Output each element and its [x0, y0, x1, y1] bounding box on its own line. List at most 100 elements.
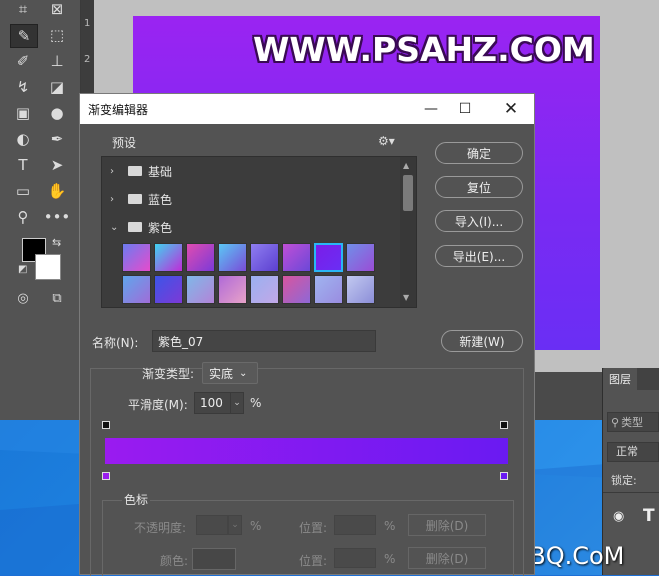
object-select-icon[interactable]: ⬚: [44, 24, 70, 46]
eyedropper-icon[interactable]: ✎: [10, 24, 38, 48]
chevron-down-icon: ⌄: [110, 221, 119, 233]
ruler-number: 1: [84, 18, 91, 29]
preset-folder-label: 基础: [148, 164, 173, 179]
opacity-position-unit: %: [384, 519, 396, 533]
scrollbar-thumb[interactable]: [403, 175, 413, 211]
smoothness-unit: %: [250, 396, 262, 410]
import-button[interactable]: 导入(I)...: [435, 210, 523, 232]
eraser-icon[interactable]: ◪: [44, 76, 70, 98]
scroll-up-icon[interactable]: ▲: [403, 161, 409, 170]
chevron-down-icon: ⌄: [239, 367, 248, 379]
preset-swatch[interactable]: [186, 275, 215, 304]
preset-swatch[interactable]: [282, 275, 311, 304]
name-label: 名称(N):: [92, 336, 139, 350]
type-icon[interactable]: T: [10, 154, 36, 176]
color-stop-right[interactable]: [500, 472, 508, 480]
preset-swatch[interactable]: [314, 275, 343, 304]
canvas-watermark-text: WWW.PSAHZ.COM: [253, 30, 595, 69]
stamp-icon[interactable]: ⊥: [44, 50, 70, 72]
preset-folder-blue[interactable]: › 蓝色: [104, 185, 396, 213]
preset-swatch[interactable]: [282, 243, 311, 272]
opacity-position-label: 位置:: [299, 521, 328, 535]
text-layer-icon: T: [643, 506, 655, 526]
preset-swatch[interactable]: [218, 243, 247, 272]
visibility-eye-icon[interactable]: ◉: [613, 509, 624, 524]
crop-icon[interactable]: ⌗: [10, 0, 36, 20]
smoothness-label: 平滑度(M):: [128, 398, 188, 412]
background-color-swatch[interactable]: [35, 254, 61, 280]
delete-color-stop-button[interactable]: 删除(D): [408, 547, 486, 569]
preset-folder-basic[interactable]: › 基础: [104, 157, 396, 185]
smoothness-field[interactable]: 100: [194, 392, 230, 414]
preset-swatch[interactable]: [346, 275, 375, 304]
hand-icon[interactable]: ✋: [44, 180, 70, 202]
color-position-field[interactable]: [334, 548, 376, 568]
color-position-unit: %: [384, 552, 396, 566]
ok-button[interactable]: 确定: [435, 142, 523, 164]
preset-swatch[interactable]: [346, 243, 375, 272]
color-stop-left[interactable]: [102, 472, 110, 480]
path-select-icon[interactable]: ➤: [44, 154, 70, 176]
quick-mask-icon[interactable]: ◎: [10, 287, 36, 309]
default-colors-icon[interactable]: ◩: [18, 264, 27, 275]
reset-button[interactable]: 复位: [435, 176, 523, 198]
swap-colors-icon[interactable]: ⇆: [52, 236, 61, 249]
export-button[interactable]: 导出(E)...: [435, 245, 523, 267]
rectangle-icon[interactable]: ▭: [10, 180, 36, 202]
maximize-icon[interactable]: ☐: [448, 94, 482, 124]
smoothness-dropdown-icon[interactable]: ⌄: [230, 392, 244, 414]
preset-swatch[interactable]: [314, 243, 343, 272]
search-icon: ⚲: [611, 415, 620, 429]
gradient-icon[interactable]: ▣: [10, 102, 36, 124]
blend-mode-select[interactable]: 正常: [607, 442, 659, 462]
gradient-type-select[interactable]: 实底 ⌄: [202, 362, 258, 384]
presets-list: › 基础 › 蓝色 ⌄ 紫色 ▲ ▼: [101, 156, 417, 308]
preset-swatch[interactable]: [154, 275, 183, 304]
delete-opacity-stop-button[interactable]: 删除(D): [408, 514, 486, 536]
preset-swatch-grid: [122, 243, 382, 307]
layer-filter-field[interactable]: ⚲ 类型: [607, 412, 659, 432]
tools-panel: ⌗ ⊠ ✎ ⬚ ✐ ⊥ ↯ ◪ ▣ ● ◐ ✒ T ➤ ▭ ✋ ⚲ ••• ⇆ …: [0, 0, 81, 420]
preset-folder-purple[interactable]: ⌄ 紫色: [104, 213, 396, 241]
screen-mode-icon[interactable]: ⧉: [44, 287, 70, 309]
opacity-position-field[interactable]: [334, 515, 376, 535]
presets-settings-gear-icon[interactable]: ⚙▾: [378, 134, 395, 148]
new-gradient-button[interactable]: 新建(W): [441, 330, 523, 352]
preset-folder-label: 紫色: [148, 220, 173, 235]
opacity-dropdown-icon[interactable]: ⌄: [228, 515, 242, 535]
opacity-field[interactable]: [196, 515, 228, 535]
zoom-icon[interactable]: ⚲: [10, 206, 36, 228]
preset-swatch[interactable]: [250, 275, 279, 304]
preset-swatch[interactable]: [250, 243, 279, 272]
layer-filter-placeholder: 类型: [621, 416, 644, 429]
stop-color-swatch[interactable]: [192, 548, 236, 570]
preset-swatch[interactable]: [122, 243, 151, 272]
preset-swatch[interactable]: [218, 275, 247, 304]
divider: [603, 492, 659, 493]
folder-open-icon: [128, 222, 142, 232]
history-brush-icon[interactable]: ↯: [10, 76, 36, 98]
pen-icon[interactable]: ✒: [44, 128, 70, 150]
ruler-number: 2: [84, 54, 91, 65]
gradient-preview-bar[interactable]: [105, 438, 508, 464]
layers-tab[interactable]: 图层: [603, 368, 637, 390]
close-icon[interactable]: ✕: [494, 94, 528, 124]
opacity-stop-right[interactable]: [500, 421, 508, 429]
presets-scrollbar[interactable]: ▲ ▼: [400, 157, 416, 307]
more-tools-icon[interactable]: •••: [44, 206, 71, 228]
gradient-name-field[interactable]: 紫色_07: [152, 330, 376, 352]
gradient-type-value: 实底: [209, 366, 234, 381]
dialog-titlebar: 渐变编辑器 — ☐ ✕: [80, 94, 534, 124]
dodge-icon[interactable]: ◐: [10, 128, 36, 150]
minimize-icon[interactable]: —: [414, 94, 448, 124]
brush-icon[interactable]: ✐: [10, 50, 36, 72]
preset-swatch[interactable]: [122, 275, 151, 304]
opacity-stop-left[interactable]: [102, 421, 110, 429]
preset-swatch[interactable]: [154, 243, 183, 272]
opacity-label: 不透明度:: [134, 521, 187, 535]
opacity-unit: %: [250, 519, 262, 533]
scroll-down-icon[interactable]: ▼: [403, 293, 409, 302]
preset-swatch[interactable]: [186, 243, 215, 272]
blur-icon[interactable]: ●: [44, 102, 70, 124]
frame-icon[interactable]: ⊠: [44, 0, 70, 20]
